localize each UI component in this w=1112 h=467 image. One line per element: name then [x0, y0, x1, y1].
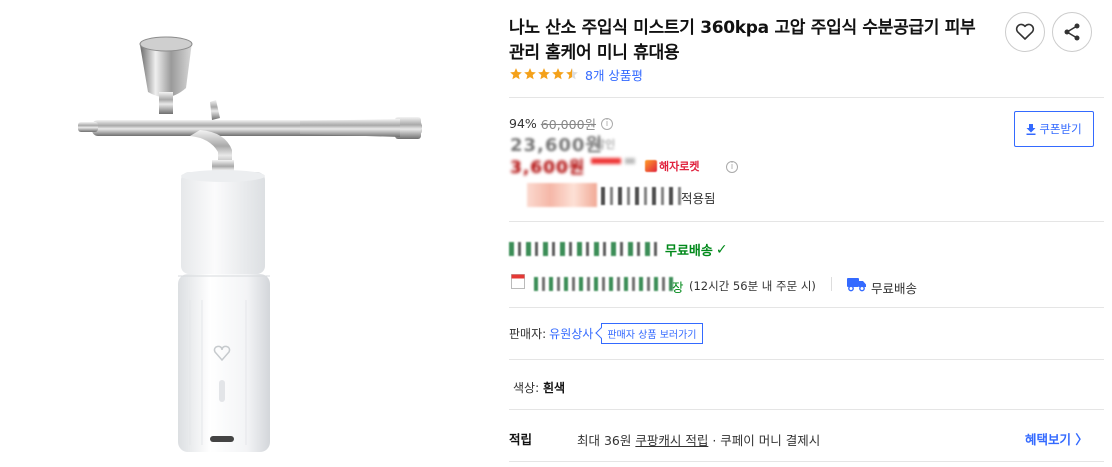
share-button[interactable]	[1052, 12, 1092, 52]
coupon-button-label: 쿠폰받기	[1039, 122, 1082, 136]
divider	[509, 307, 1104, 308]
product-title: 나노 산소 주입식 미스트기 360kpa 고압 주입식 수분공급기 피부 관리…	[509, 18, 976, 63]
share-icon	[1064, 23, 1080, 41]
view-benefits-link[interactable]: 혜택보기 〉	[1025, 429, 1088, 448]
truck-icon	[847, 278, 866, 292]
seller-row: 판매자: 유원상사 판매자 상품 보러가기	[509, 323, 703, 344]
reward-suffix: · 쿠페이 머니 결제시	[708, 433, 821, 448]
seller-name-link[interactable]: 유원상사	[549, 325, 593, 342]
color-option-value: 흰색	[542, 381, 566, 395]
star-icon	[552, 68, 564, 80]
product-image[interactable]	[0, 0, 500, 467]
review-count-link[interactable]: 8개 상품평	[585, 65, 643, 84]
color-option-label: 색상:	[513, 381, 540, 395]
download-icon	[1026, 123, 1036, 135]
rocket-badge: 해자로켓	[645, 158, 699, 174]
check-icon: ✓	[715, 241, 728, 258]
star-rating	[509, 67, 579, 81]
rocket-logo-icon	[645, 160, 657, 172]
coupang-cash-link[interactable]: 쿠팡캐시 적립	[635, 433, 708, 448]
divider	[509, 359, 1104, 360]
divider	[831, 277, 832, 291]
seller-label: 판매자:	[509, 327, 547, 341]
divider	[509, 409, 1104, 410]
info-icon[interactable]: i	[601, 117, 614, 130]
mist-airbrush-image	[78, 36, 422, 452]
reward-label: 적립	[509, 432, 533, 447]
star-icon	[538, 68, 550, 80]
star-icon	[524, 68, 536, 80]
divider	[509, 221, 1104, 222]
star-icon	[510, 68, 522, 80]
rating-row[interactable]: 8개 상품평	[509, 65, 643, 84]
blurred-image	[527, 183, 597, 207]
color-option: 색상: 흰색	[513, 379, 565, 396]
free-shipping-label: 무료배송	[871, 281, 918, 296]
heart-outline-icon	[1015, 23, 1035, 40]
arrival-guarantee: 장	[672, 280, 684, 295]
seller-products-button[interactable]: 판매자 상품 보러가기	[601, 323, 703, 344]
blurred-text	[625, 158, 635, 164]
sale-price-suffix: 할인	[595, 138, 616, 151]
blurred-text	[591, 158, 621, 164]
reward-text: 최대 36원 쿠팡캐시 적립 · 쿠페이 머니 결제시	[577, 430, 820, 449]
divider	[509, 97, 1104, 98]
blurred-text	[534, 277, 674, 291]
star-icon	[566, 68, 578, 80]
blurred-text	[509, 242, 661, 256]
free-delivery-label: 무료배송 ✓	[665, 240, 728, 260]
blurred-text	[601, 187, 681, 205]
rocket-badge-label: 해자로켓	[659, 160, 700, 173]
discount-rate: 94%	[509, 116, 537, 131]
calendar-icon	[511, 274, 525, 289]
info-icon[interactable]: i	[726, 161, 738, 173]
reward-prefix: 최대 36원	[577, 433, 636, 448]
coupon-button[interactable]: 쿠폰받기	[1014, 111, 1094, 147]
product-info-panel: 나노 산소 주입식 미스트기 360kpa 고압 주입식 수분공급기 피부 관리…	[509, 0, 1104, 467]
arrival-deadline-note: (12시간 56분 내 주문 시)	[689, 279, 816, 293]
free-delivery-text: 무료배송	[665, 244, 713, 259]
applied-label: 적용됨	[681, 191, 716, 206]
wish-button[interactable]	[1005, 12, 1045, 52]
rocket-price: 3,600원	[510, 158, 586, 178]
divider	[509, 461, 1104, 462]
